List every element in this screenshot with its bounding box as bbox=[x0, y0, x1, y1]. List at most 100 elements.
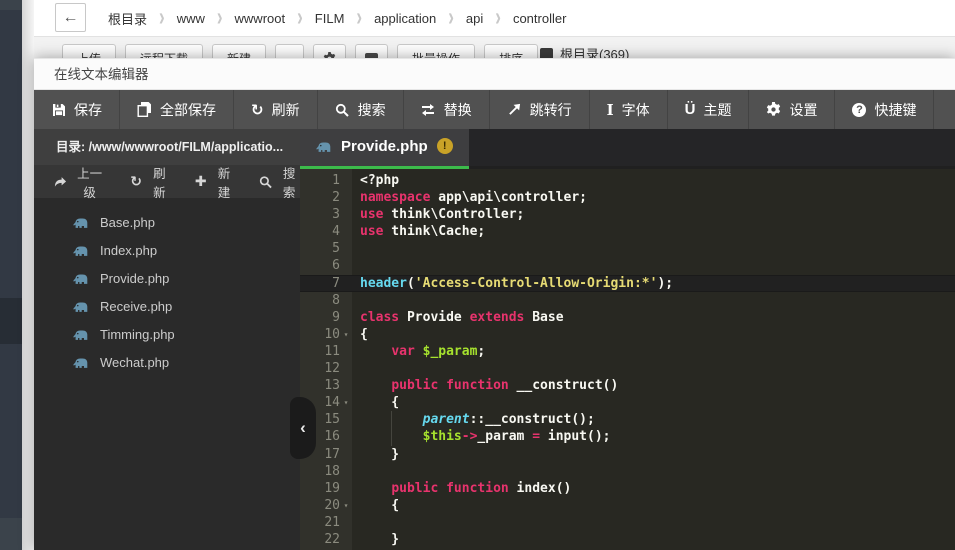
file-toolbar-button[interactable] bbox=[313, 44, 346, 58]
code-line: 13 public function __construct() bbox=[300, 377, 955, 394]
code-text: namespace app\api\controller; bbox=[352, 189, 587, 206]
line-number: 18 bbox=[300, 463, 340, 480]
tree-action-new-file[interactable]: ✚新建 bbox=[195, 163, 236, 201]
code-text: { bbox=[352, 394, 399, 411]
line-number: 22 bbox=[300, 531, 340, 548]
breadcrumb-item[interactable]: application bbox=[362, 11, 448, 26]
breadcrumb-item[interactable]: wwwroot bbox=[223, 11, 298, 26]
fold-spacer bbox=[340, 189, 352, 206]
root-count-label: 根目录(369) bbox=[540, 44, 629, 58]
breadcrumb-item[interactable]: www bbox=[165, 11, 217, 26]
php-elephant-icon bbox=[72, 272, 89, 285]
line-number: 20 bbox=[300, 497, 340, 514]
breadcrumb-item[interactable]: FILM bbox=[303, 11, 357, 26]
dialog-title: 在线文本编辑器 bbox=[34, 58, 955, 90]
refresh-icon: ↻ bbox=[251, 101, 264, 119]
fold-spacer bbox=[340, 343, 352, 360]
fold-spacer bbox=[340, 292, 352, 309]
code-line: 15 parent::__construct(); bbox=[300, 411, 955, 428]
code-text bbox=[352, 514, 360, 531]
file-item[interactable]: Receive.php bbox=[34, 292, 300, 320]
font-icon: I bbox=[607, 101, 614, 119]
file-item[interactable]: Timming.php bbox=[34, 320, 300, 348]
file-toolbar-button[interactable]: 上传 bbox=[62, 44, 116, 58]
code-line: 18 bbox=[300, 463, 955, 480]
file-toolbar-button[interactable]: 新建 bbox=[212, 44, 266, 58]
file-toolbar-button[interactable] bbox=[355, 44, 388, 58]
code-text: $this->_param = input(); bbox=[352, 428, 611, 445]
toolbar-button-search[interactable]: 搜索 bbox=[318, 90, 404, 129]
code-text bbox=[352, 360, 360, 377]
hotkeys-icon: ? bbox=[852, 103, 866, 117]
code-text bbox=[352, 463, 360, 480]
file-item[interactable]: Provide.php bbox=[34, 264, 300, 292]
toolbar-button-hotkeys[interactable]: ?快捷键 bbox=[835, 90, 934, 129]
toolbar-button-theme[interactable]: Ü主题 bbox=[668, 90, 750, 129]
code-line: 2 namespace app\api\controller; bbox=[300, 189, 955, 206]
back-button[interactable]: ← bbox=[55, 3, 86, 32]
file-toolbar-buttons: 上传远程下载新建 批量操作排序 bbox=[62, 44, 538, 58]
rail-segment-selected bbox=[0, 298, 22, 344]
code-editor[interactable]: 1<?php2namespace app\api\controller;3use… bbox=[300, 169, 955, 550]
code-line: 7header('Access-Control-Allow-Origin:*')… bbox=[300, 275, 955, 292]
line-number: 2 bbox=[300, 189, 340, 206]
code-text: public function __construct() bbox=[352, 377, 618, 394]
file-toolbar-button[interactable]: 批量操作 bbox=[397, 44, 475, 58]
fold-arrow-icon[interactable]: ▾ bbox=[340, 326, 352, 343]
code-text: var $_param; bbox=[352, 343, 485, 360]
rail-segment bbox=[0, 518, 22, 550]
code-line: 16 $this->_param = input(); bbox=[300, 428, 955, 445]
tree-action-refresh[interactable]: ↻刷新 bbox=[130, 163, 171, 201]
fold-spacer bbox=[340, 276, 352, 291]
line-number: 10 bbox=[300, 326, 340, 343]
fold-spacer bbox=[340, 257, 352, 274]
php-elephant-icon bbox=[72, 244, 89, 257]
fold-arrow-icon[interactable]: ▾ bbox=[340, 497, 352, 514]
code-text: use think\Cache; bbox=[352, 223, 485, 240]
collapse-panel-handle[interactable]: ‹ bbox=[290, 397, 316, 459]
fold-spacer bbox=[340, 223, 352, 240]
toolbar-button-font[interactable]: I字体 bbox=[590, 90, 668, 129]
file-item[interactable]: Base.php bbox=[34, 208, 300, 236]
fold-spacer bbox=[340, 480, 352, 497]
breadcrumb-item[interactable]: controller bbox=[501, 11, 578, 26]
file-item[interactable]: Index.php bbox=[34, 236, 300, 264]
file-toolbar-button[interactable] bbox=[275, 44, 304, 58]
code-line: 4use think\Cache; bbox=[300, 223, 955, 240]
file-item[interactable]: Wechat.php bbox=[34, 348, 300, 376]
left-nav-rail bbox=[0, 0, 22, 550]
tree-action-up-level[interactable]: 上一级 bbox=[54, 163, 106, 201]
file-name: Receive.php bbox=[100, 299, 172, 314]
php-elephant-icon bbox=[72, 328, 89, 341]
tab-bar: Provide.php ! bbox=[300, 129, 955, 169]
toolbar-button-goto-line[interactable]: 跳转行 bbox=[490, 90, 590, 129]
file-toolbar-button[interactable]: 排序 bbox=[484, 44, 538, 58]
toolbar-button-refresh[interactable]: ↻刷新 bbox=[234, 90, 318, 129]
code-text: } bbox=[352, 531, 399, 548]
breadcrumb-item[interactable]: 根目录 bbox=[96, 9, 159, 28]
file-toolbar-button[interactable]: 远程下载 bbox=[125, 44, 203, 58]
breadcrumb-item[interactable]: api bbox=[454, 11, 495, 26]
breadcrumb-separator-icon: › bbox=[217, 3, 223, 33]
toolbar-button-save[interactable]: 保存 bbox=[34, 90, 120, 129]
line-number: 7 bbox=[300, 276, 340, 291]
toolbar-button-save-all[interactable]: 全部保存 bbox=[120, 90, 234, 129]
fold-arrow-icon[interactable]: ▾ bbox=[340, 394, 352, 411]
tree-action-search[interactable]: 搜索 bbox=[259, 163, 300, 201]
fold-spacer bbox=[340, 463, 352, 480]
line-number: 12 bbox=[300, 360, 340, 377]
line-number: 19 bbox=[300, 480, 340, 497]
toolbar-button-settings[interactable]: 设置 bbox=[749, 90, 835, 129]
editor-toolbar: 保存全部保存↻刷新搜索替换跳转行I字体Ü主题设置?快捷键 bbox=[34, 90, 955, 129]
code-line: 10▾{ bbox=[300, 326, 955, 343]
file-list: Base.phpIndex.phpProvide.php Receive.php T… bbox=[34, 198, 300, 376]
fold-spacer bbox=[340, 240, 352, 257]
code-text: parent::__construct(); bbox=[352, 411, 595, 428]
code-text bbox=[352, 240, 360, 257]
toolbar-button-replace[interactable]: 替换 bbox=[404, 90, 490, 129]
php-elephant-icon bbox=[72, 356, 89, 369]
tab-provide-php[interactable]: Provide.php ! bbox=[300, 129, 469, 169]
breadcrumb-separator-icon: › bbox=[448, 3, 454, 33]
warning-badge-icon: ! bbox=[437, 138, 453, 154]
line-number: 3 bbox=[300, 206, 340, 223]
